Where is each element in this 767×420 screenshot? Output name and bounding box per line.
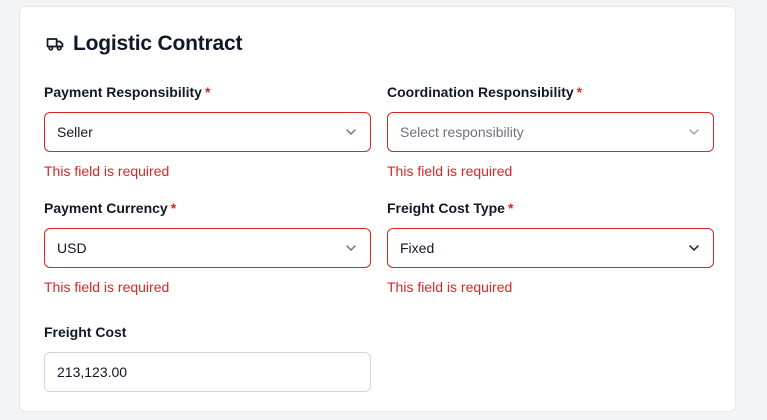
payment-responsibility-select[interactable]: Seller	[44, 112, 371, 152]
payment-currency-error: This field is required	[44, 279, 170, 295]
freight-cost-type-error: This field is required	[387, 279, 513, 295]
payment-responsibility-error: This field is required	[44, 163, 170, 179]
freight-cost-label: Freight Cost	[44, 324, 127, 340]
coordination-responsibility-error: This field is required	[387, 163, 513, 179]
payment-currency-label: Payment Currency *	[44, 200, 177, 216]
payment-responsibility-value: Seller	[57, 124, 93, 140]
required-marker: *	[170, 200, 177, 216]
logistic-contract-card: Logistic Contract Payment Responsibility…	[19, 6, 736, 412]
coordination-responsibility-field: Coordination Responsibility * Select resp…	[387, 83, 714, 180]
payment-currency-value: USD	[57, 240, 87, 256]
chevron-down-icon	[687, 125, 701, 139]
required-marker: *	[204, 84, 211, 100]
coordination-responsibility-select[interactable]: Select responsibility	[387, 112, 714, 152]
card-header: Logistic Contract	[45, 31, 242, 57]
payment-responsibility-field: Payment Responsibility * Seller This fiel…	[44, 83, 371, 180]
page-title: Logistic Contract	[73, 32, 243, 55]
freight-cost-type-value: Fixed	[400, 240, 435, 256]
truck-icon	[45, 34, 65, 54]
freight-cost-field: Freight Cost	[44, 323, 371, 392]
required-marker: *	[507, 200, 514, 216]
required-marker: *	[576, 84, 583, 100]
chevron-down-icon	[344, 241, 358, 255]
freight-cost-type-label: Freight Cost Type *	[387, 200, 514, 216]
freight-cost-type-select[interactable]: Fixed	[387, 228, 714, 268]
payment-currency-field: Payment Currency * USD This field is requ…	[44, 199, 371, 296]
chevron-down-icon	[687, 241, 701, 255]
payment-responsibility-label: Payment Responsibility *	[44, 84, 211, 100]
coordination-responsibility-placeholder: Select responsibility	[400, 124, 524, 140]
freight-cost-type-field: Freight Cost Type * Fixed This field is r…	[387, 199, 714, 296]
payment-currency-select[interactable]: USD	[44, 228, 371, 268]
freight-cost-input[interactable]	[44, 352, 371, 392]
chevron-down-icon	[344, 125, 358, 139]
coordination-responsibility-label: Coordination Responsibility *	[387, 84, 583, 100]
